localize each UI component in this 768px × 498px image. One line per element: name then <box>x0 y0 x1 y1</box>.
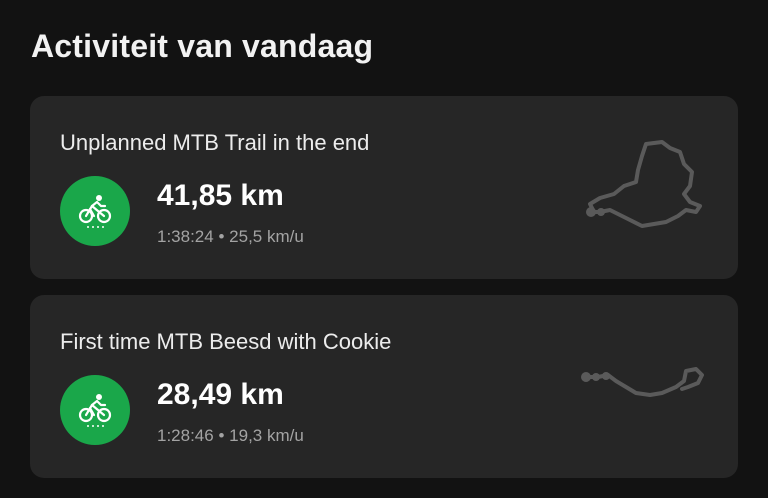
activity-duration: 1:28:46 <box>157 426 214 445</box>
stats-separator: • <box>218 426 225 445</box>
activity-title: First time MTB Beesd with Cookie <box>60 329 392 354</box>
route-map <box>581 367 704 397</box>
activity-title: Unplanned MTB Trail in the end <box>60 130 370 155</box>
activity-card[interactable]: First time MTB Beesd with Cookie 28,49 k… <box>30 295 738 478</box>
activity-speed: 19,3 km/u <box>229 426 304 445</box>
activity-distance: 41,85 km <box>157 179 284 212</box>
page-title: Activiteit van vandaag <box>31 28 374 64</box>
activity-speed: 25,5 km/u <box>229 227 304 246</box>
route-map <box>586 140 702 228</box>
activity-duration: 1:38:24 <box>157 227 214 246</box>
activity-card[interactable]: Unplanned MTB Trail in the end 41,85 km … <box>30 96 738 279</box>
activity-distance: 28,49 km <box>157 378 284 411</box>
cycling-icon <box>60 176 130 246</box>
activity-stats: 1:28:46 • 19,3 km/u <box>157 425 304 447</box>
activity-stats: 1:38:24 • 25,5 km/u <box>157 226 304 248</box>
stats-separator: • <box>218 227 225 246</box>
cycling-icon <box>60 375 130 445</box>
